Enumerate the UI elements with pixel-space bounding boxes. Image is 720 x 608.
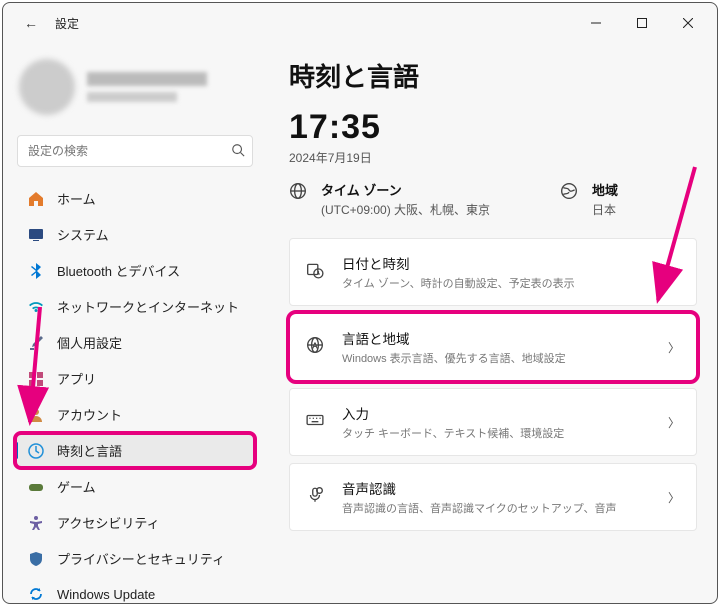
- bluetooth-icon: [27, 262, 45, 280]
- region-value: 日本: [592, 201, 618, 218]
- sidebar-item-label: ホーム: [57, 189, 96, 208]
- chevron-right-icon: 〉: [668, 489, 680, 506]
- sidebar-item-apps[interactable]: アプリ: [15, 361, 255, 396]
- timezone-label: タイム ゾーン: [321, 180, 490, 199]
- sidebar-item-label: 個人用設定: [57, 333, 122, 352]
- chevron-right-icon: 〉: [668, 339, 680, 356]
- card-typing[interactable]: 入力 タッチ キーボード、テキスト候補、環境設定 〉: [289, 388, 697, 456]
- sidebar-item-gaming[interactable]: ゲーム: [15, 469, 255, 504]
- minimize-button[interactable]: [573, 8, 619, 38]
- sidebar-item-network[interactable]: ネットワークとインターネット: [15, 289, 255, 324]
- globe-clock-icon: [27, 442, 45, 460]
- sidebar-item-label: アカウント: [57, 405, 122, 424]
- card-language-region[interactable]: A 言語と地域 Windows 表示言語、優先する言語、地域設定 〉: [289, 313, 697, 381]
- sidebar-item-time-language[interactable]: 時刻と言語: [15, 433, 255, 468]
- sidebar-item-bluetooth[interactable]: Bluetooth とデバイス: [15, 253, 255, 288]
- sidebar-item-label: ネットワークとインターネット: [57, 297, 239, 316]
- globe-icon: [560, 182, 580, 205]
- page-title: 時刻と言語: [289, 57, 697, 94]
- card-subtitle: タイム ゾーン、時計の自動設定、予定表の表示: [342, 275, 652, 291]
- sidebar-item-label: プライバシーとセキュリティ: [57, 549, 225, 568]
- back-button[interactable]: ←: [17, 9, 45, 37]
- wifi-icon: [27, 298, 45, 316]
- sidebar-item-label: システム: [57, 225, 109, 244]
- window-title: 設定: [55, 15, 79, 32]
- language-icon: A: [306, 336, 326, 359]
- home-icon: [27, 190, 45, 208]
- globe-icon: [289, 182, 309, 205]
- card-title: 言語と地域: [342, 328, 652, 348]
- card-subtitle: 音声認識の言語、音声認識マイクのセットアップ、音声: [342, 500, 652, 516]
- timezone-info: タイム ゾーン (UTC+09:00) 大阪、札幌、東京: [289, 180, 490, 218]
- close-button[interactable]: [665, 8, 711, 38]
- card-subtitle: タッチ キーボード、テキスト候補、環境設定: [342, 425, 652, 441]
- sidebar-item-home[interactable]: ホーム: [15, 181, 255, 216]
- maximize-button[interactable]: [619, 8, 665, 38]
- sidebar-item-windows-update[interactable]: Windows Update: [15, 577, 255, 603]
- microphone-icon: [306, 486, 326, 509]
- card-title: 入力: [342, 403, 652, 423]
- sidebar-item-personalization[interactable]: 個人用設定: [15, 325, 255, 360]
- system-icon: [27, 226, 45, 244]
- clock-display: 17:35: [289, 108, 697, 147]
- brush-icon: [27, 334, 45, 352]
- svg-text:A: A: [312, 341, 318, 350]
- date-display: 2024年7月19日: [289, 149, 697, 166]
- sidebar-item-label: Bluetooth とデバイス: [57, 261, 180, 280]
- card-speech[interactable]: 音声認識 音声認識の言語、音声認識マイクのセットアップ、音声 〉: [289, 463, 697, 531]
- sidebar-item-label: 時刻と言語: [57, 441, 122, 460]
- sidebar-item-accessibility[interactable]: アクセシビリティ: [15, 505, 255, 540]
- user-avatar: [19, 59, 75, 115]
- user-name-redacted: [87, 72, 207, 86]
- sidebar-item-label: アクセシビリティ: [57, 513, 160, 532]
- accessibility-icon: [27, 514, 45, 532]
- gamepad-icon: [27, 478, 45, 496]
- sidebar-item-system[interactable]: システム: [15, 217, 255, 252]
- card-title: 音声認識: [342, 478, 652, 498]
- chevron-right-icon: 〉: [668, 264, 680, 281]
- calendar-clock-icon: [306, 261, 326, 284]
- card-date-time[interactable]: 日付と時刻 タイム ゾーン、時計の自動設定、予定表の表示 〉: [289, 238, 697, 306]
- chevron-right-icon: 〉: [668, 414, 680, 431]
- update-icon: [27, 585, 45, 603]
- card-title: 日付と時刻: [342, 253, 652, 273]
- timezone-value: (UTC+09:00) 大阪、札幌、東京: [321, 201, 490, 218]
- search-icon: [231, 143, 245, 162]
- search-input[interactable]: [17, 135, 253, 167]
- sidebar-item-label: アプリ: [57, 369, 96, 388]
- search-box[interactable]: [17, 135, 253, 167]
- keyboard-icon: [306, 411, 326, 434]
- apps-icon: [27, 370, 45, 388]
- user-email-redacted: [87, 92, 177, 102]
- region-label: 地域: [592, 180, 618, 199]
- person-icon: [27, 406, 45, 424]
- user-profile[interactable]: [15, 51, 255, 133]
- sidebar-item-accounts[interactable]: アカウント: [15, 397, 255, 432]
- sidebar-item-label: Windows Update: [57, 587, 155, 602]
- shield-icon: [27, 550, 45, 568]
- sidebar-item-privacy[interactable]: プライバシーとセキュリティ: [15, 541, 255, 576]
- region-info: 地域 日本: [560, 180, 618, 218]
- card-subtitle: Windows 表示言語、優先する言語、地域設定: [342, 350, 652, 366]
- sidebar-item-label: ゲーム: [57, 477, 96, 496]
